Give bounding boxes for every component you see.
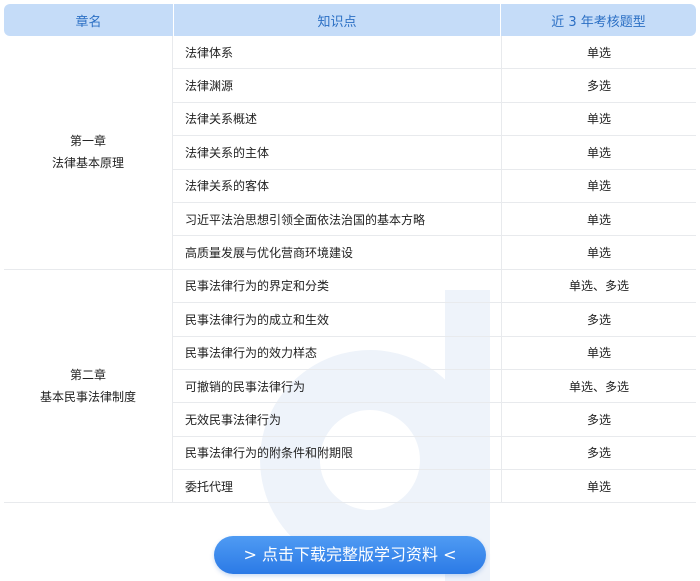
question-type-cell: 单选 xyxy=(501,336,696,370)
question-type-cell: 单选 xyxy=(501,169,696,203)
table-body: 第一章 法律基本原理 法律体系 单选 法律渊源 多选 法律关系概述 单选 法律关系的主体 单选 法律… xyxy=(4,36,696,504)
question-type-cell: 多选 xyxy=(501,403,696,437)
table-row: 第二章 基本民事法律制度 民事法律行为的界定和分类 单选、多选 xyxy=(4,269,696,504)
topic-cell: 民事法律行为的附条件和附期限 xyxy=(173,437,501,471)
question-type-cell: 单选 xyxy=(501,202,696,237)
question-type-cell: 单选 xyxy=(501,36,696,70)
chapter-number: 第二章 xyxy=(69,368,106,383)
question-type-cell: 单选 xyxy=(501,102,696,137)
chapter-cell: 第一章 法律基本原理 xyxy=(4,36,173,270)
question-type-cell: 单选 xyxy=(501,136,696,170)
chapter-title: 法律基本原理 xyxy=(51,156,124,171)
question-type-cell: 多选 xyxy=(501,69,696,103)
topic-cell: 民事法律行为的效力样态 xyxy=(173,337,501,370)
chapter-cell: 第二章基本民事法律制度 xyxy=(4,269,173,504)
topic-cell: 习近平法治思想引领全面依法治国的基本方略 xyxy=(173,203,501,237)
table-row: 第一章 法律基本原理 法律体系 单选 xyxy=(4,36,696,270)
chapter-number: 第一章 xyxy=(69,134,106,149)
download-button[interactable]: > 点击下载完整版学习资料 < xyxy=(214,536,486,574)
question-type-cell: 多选 xyxy=(501,436,696,471)
header-chapter: 章名 xyxy=(4,4,173,36)
topic-cell: 法律关系的客体 xyxy=(173,170,501,203)
page: 章名 知识点 近 3 年考核题型 第一章 法律基本原理 法律体系 单选 法律渊源 多选 法律… xyxy=(0,0,700,581)
question-type-cell: 单选 xyxy=(501,470,696,504)
question-type-cell: 单选、多选 xyxy=(501,369,696,404)
topic-cell: 委托代理 xyxy=(173,470,501,504)
chapter-title: 基本民事法律制度 xyxy=(39,390,136,405)
question-type-cell: 多选 xyxy=(501,303,696,337)
header-qtype: 近 3 年考核题型 xyxy=(501,4,696,36)
table-header-row: 章名 知识点 近 3 年考核题型 xyxy=(4,4,696,36)
topic-cell: 高质量发展与优化营商环境建设 xyxy=(173,236,501,270)
knowledge-table: 章名 知识点 近 3 年考核题型 第一章 法律基本原理 法律体系 单选 法律渊源 多选 法律… xyxy=(4,4,696,504)
topic-cell: 民事法律行为的成立和生效 xyxy=(173,303,501,337)
topic-cell: 法律关系概述 xyxy=(173,103,501,137)
topic-cell: 法律体系 xyxy=(173,36,501,70)
topic-cell: 法律关系的主体 xyxy=(173,136,501,170)
topic-cell: 法律渊源 xyxy=(173,69,501,103)
header-topic: 知识点 xyxy=(173,4,501,36)
topic-cell: 可撤销的民事法律行为 xyxy=(173,370,501,404)
topic-cell: 民事法律行为的界定和分类 xyxy=(173,270,501,304)
topic-cell: 无效民事法律行为 xyxy=(173,403,501,437)
question-type-cell: 单选、多选 xyxy=(501,269,696,304)
question-type-cell: 单选 xyxy=(501,236,696,270)
